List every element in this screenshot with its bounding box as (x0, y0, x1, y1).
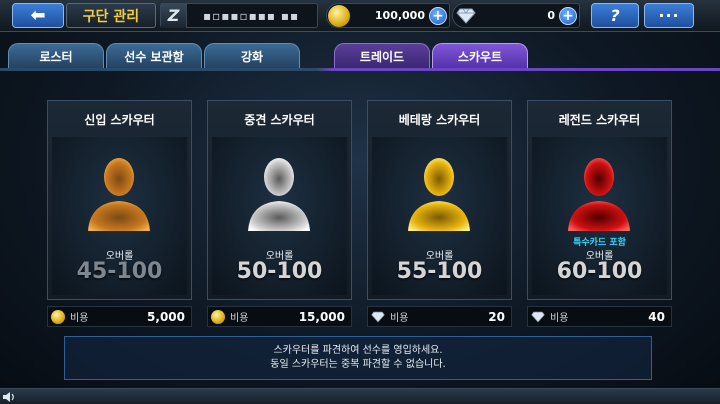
more-button[interactable]: ··· (644, 3, 694, 28)
overall-range: 50-100 (236, 259, 323, 284)
cost-value: 5,000 (147, 309, 185, 324)
gem-balance: 0 + (452, 3, 580, 28)
page-title: 구단 관리 (66, 3, 156, 28)
tab-roster[interactable]: 로스터 (8, 43, 104, 69)
cost-bar-rookie: 비용 5,000 (47, 306, 192, 327)
footer-bar (0, 388, 720, 404)
add-gold-button[interactable]: + (429, 6, 447, 25)
overall-range: 60-100 (556, 259, 643, 284)
card-title: 베테랑 스카우터 (398, 112, 481, 127)
card-body: 특수카드 포함 오버롤 60-100 (532, 137, 667, 295)
scout-card-rookie[interactable]: 신입 스카우터 오버롤 45-100 (47, 100, 192, 300)
gold-value: 100,000 (374, 9, 425, 22)
info-line-1: 스카우터를 파견하여 선수를 영입하세요. (273, 345, 443, 356)
cost-value: 20 (488, 309, 505, 324)
arrow-left-icon: ⬅ (30, 5, 46, 26)
gem-value: 0 (547, 9, 555, 22)
gold-balance: 100,000 + (326, 3, 450, 28)
cost-value: 40 (648, 309, 665, 324)
tab-scout[interactable]: 스카우트 (432, 43, 528, 69)
scout-silhouette-icon (88, 158, 150, 231)
cost-label: 비용 (550, 313, 569, 324)
team-info[interactable]: Z ▪▫▪▪▫▪▪▪ ▪▪ (160, 3, 318, 28)
tab-player-storage[interactable]: 선수 보관함 (106, 43, 202, 69)
card-title: 신입 스카우터 (84, 112, 155, 127)
diamond-icon (455, 5, 477, 27)
cost-bar-veteran: 비용 20 (367, 306, 512, 327)
speaker-icon[interactable] (2, 391, 16, 403)
cost-value: 15,000 (298, 309, 345, 324)
card-body: 오버롤 55-100 (372, 137, 507, 295)
card-body: 오버롤 45-100 (52, 137, 187, 295)
cost-bar-mid: 비용 15,000 (207, 306, 352, 327)
cost-label: 비용 (230, 313, 249, 324)
tab-underline (0, 68, 720, 71)
gold-coin-icon (211, 309, 225, 324)
info-box: 스카우터를 파견하여 선수를 영입하세요. 동일 스카우터는 중복 파견할 수 … (64, 336, 652, 380)
tab-upgrade[interactable]: 강화 (204, 43, 300, 69)
back-button[interactable]: ⬅ (12, 3, 64, 28)
diamond-icon (531, 310, 545, 324)
card-body: 오버롤 50-100 (212, 137, 347, 295)
gold-coin-icon (328, 4, 350, 27)
tab-bar: 로스터 선수 보관함 강화 트레이드 스카우트 (0, 43, 720, 69)
cost-label: 비용 (390, 313, 409, 324)
team-logo: Z (161, 3, 187, 28)
scout-silhouette-icon (248, 158, 310, 231)
top-bar: ⬅ 구단 관리 Z ▪▫▪▪▫▪▪▪ ▪▪ 100,000 + 0 + ? ··… (0, 0, 720, 32)
card-title: 중견 스카우터 (244, 112, 315, 127)
cost-label: 비용 (70, 313, 89, 324)
scout-card-legend[interactable]: 레전드 스카우터 특수카드 포함 오버롤 60-100 (527, 100, 672, 300)
scout-silhouette-icon (408, 158, 470, 231)
scout-card-mid[interactable]: 중견 스카우터 오버롤 50-100 (207, 100, 352, 300)
card-title: 레전드 스카우터 (558, 112, 641, 127)
diamond-icon (371, 310, 385, 324)
info-line-2: 동일 스카우터는 중복 파견할 수 없습니다. (270, 359, 446, 370)
add-gem-button[interactable]: + (559, 6, 577, 25)
team-name: ▪▫▪▪▫▪▪▪ ▪▪ (203, 8, 300, 23)
cost-bar-legend: 비용 40 (527, 306, 672, 327)
overall-range: 55-100 (396, 259, 483, 284)
scout-silhouette-icon (568, 158, 630, 231)
scout-card-veteran[interactable]: 베테랑 스카우터 오버롤 55-100 (367, 100, 512, 300)
tab-trade[interactable]: 트레이드 (334, 43, 430, 69)
gold-coin-icon (51, 309, 65, 324)
help-button[interactable]: ? (591, 3, 639, 28)
overall-range: 45-100 (76, 259, 163, 284)
